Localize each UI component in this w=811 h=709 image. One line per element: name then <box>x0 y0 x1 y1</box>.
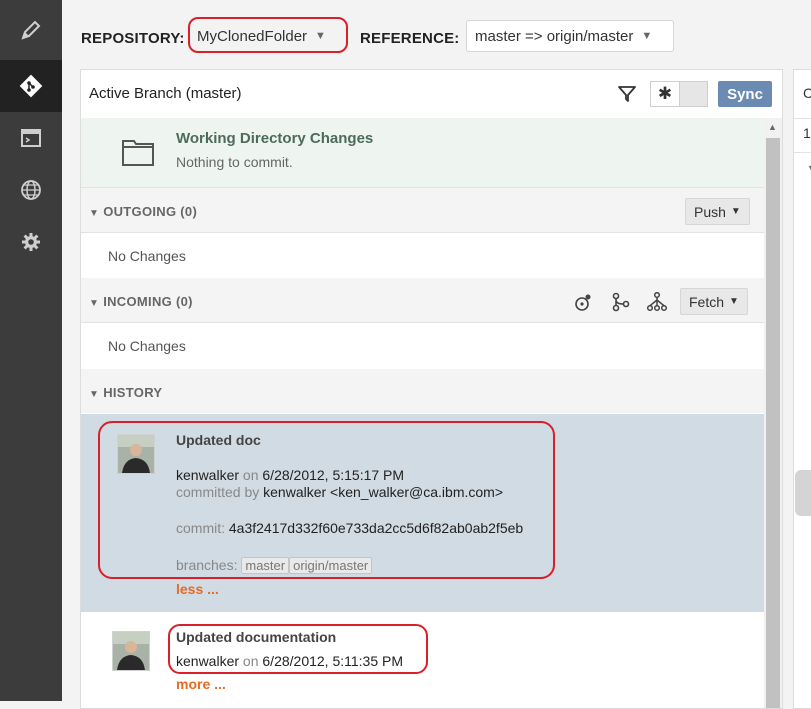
commit-hash-line: commit: 4a3f2417d332f60e733da2cc5d6f82ab… <box>176 520 524 536</box>
right-panel: C 1 ▼ <box>793 69 811 709</box>
commit-author-line: kenwalker on 6/28/2012, 5:11:35 PM <box>176 653 404 669</box>
reference-value: master => origin/master <box>475 27 634 45</box>
more-link[interactable]: more ... <box>176 676 226 692</box>
panel-content: Working Directory Changes Nothing to com… <box>81 118 764 708</box>
chevron-down-icon[interactable]: ▼ <box>807 163 811 173</box>
nav-edit[interactable] <box>0 4 62 56</box>
collapse-triangle-icon: ▼ <box>89 389 100 400</box>
outgoing-title: ▼ OUTGOING (0) <box>89 204 198 219</box>
working-directory-title: Working Directory Changes <box>176 130 374 147</box>
incoming-title: ▼ INCOMING (0) <box>89 294 193 309</box>
reference-selector[interactable]: master => origin/master ▼ <box>466 20 674 52</box>
gear-icon <box>22 233 40 251</box>
chevron-down-icon: ▼ <box>730 206 741 217</box>
repository-value: MyClonedFolder <box>197 27 308 45</box>
show-all-toggle[interactable]: ✱ <box>650 81 708 107</box>
scrollbar-thumb[interactable] <box>766 138 780 708</box>
terminal-icon <box>21 129 41 147</box>
history-title: ▼ HISTORY <box>89 385 163 400</box>
right-panel-row: 1 <box>803 125 811 141</box>
incoming-section-header[interactable]: ▼ INCOMING (0) Fetch ▼ <box>81 278 764 323</box>
incoming-empty: No Changes <box>81 323 764 370</box>
git-icon <box>19 74 43 98</box>
chevron-down-icon: ▼ <box>315 30 326 42</box>
globe-icon <box>21 180 41 200</box>
merge-icon[interactable] <box>610 292 632 312</box>
commit-author-line: kenwalker on 6/28/2012, 5:15:17 PM <box>176 467 405 483</box>
commit-author[interactable]: kenwalker <box>176 653 239 669</box>
fetch-button[interactable]: Fetch ▼ <box>680 288 748 315</box>
repository-toolbar: REPOSITORY: MyClonedFolder ▼ REFERENCE: … <box>62 0 811 68</box>
branches-line: branches: master origin/master <box>176 557 373 574</box>
reference-label: REFERENCE: <box>360 30 460 47</box>
repository-selector[interactable]: MyClonedFolder ▼ <box>189 20 344 52</box>
working-directory-section[interactable]: Working Directory Changes Nothing to com… <box>81 118 764 188</box>
pencil-icon <box>21 20 41 40</box>
branch-tag[interactable]: master <box>241 557 290 574</box>
commit-hash[interactable]: 4a3f2417d332f60e733da2cc5d6f82ab0ab2f5eb <box>229 520 523 536</box>
git-status-panel: Active Branch (master) ✱ Sync Working Di… <box>80 69 783 709</box>
fetch-changes-icon[interactable] <box>573 292 595 312</box>
left-nav-rail <box>0 0 62 701</box>
push-label: Push <box>694 203 726 220</box>
right-panel-header: C <box>803 85 811 101</box>
commit-author[interactable]: kenwalker <box>176 467 239 483</box>
filter-icon <box>618 86 636 102</box>
nav-shell[interactable] <box>0 112 62 164</box>
outgoing-empty-text: No Changes <box>108 248 186 264</box>
commit-title: Updated documentation <box>176 629 337 645</box>
panel-header: Active Branch (master) ✱ Sync <box>81 70 782 119</box>
nav-settings[interactable] <box>0 216 62 268</box>
collapse-triangle-icon: ▼ <box>89 208 100 219</box>
commit-row[interactable]: Updated documentation kenwalker on 6/28/… <box>81 612 764 708</box>
incoming-empty-text: No Changes <box>108 338 186 354</box>
avatar <box>117 434 155 474</box>
commit-date: 6/28/2012, 5:15:17 PM <box>262 467 405 483</box>
avatar-image <box>113 632 149 670</box>
working-directory-status: Nothing to commit. <box>176 154 293 170</box>
less-link[interactable]: less ... <box>176 581 219 597</box>
filter-button[interactable] <box>616 83 638 105</box>
folder-icon <box>122 140 154 166</box>
committer-line: committed by kenwalker <ken_walker@ca.ib… <box>176 484 504 500</box>
rebase-icon[interactable] <box>646 292 668 312</box>
commit-date: 6/28/2012, 5:11:35 PM <box>262 653 404 669</box>
asterisk-icon: ✱ <box>651 82 680 106</box>
outgoing-section-header[interactable]: ▼ OUTGOING (0) Push ▼ <box>81 188 764 233</box>
chevron-down-icon: ▼ <box>729 296 739 307</box>
vertical-scrollbar[interactable]: ▲ <box>764 118 782 708</box>
push-button[interactable]: Push ▼ <box>685 198 750 225</box>
collapse-triangle-icon: ▼ <box>89 298 100 309</box>
committer: kenwalker <ken_walker@ca.ibm.com> <box>263 484 504 500</box>
chevron-down-icon: ▼ <box>641 30 653 42</box>
avatar <box>112 631 150 671</box>
history-section-header[interactable]: ▼ HISTORY <box>81 369 764 413</box>
panel-title: Active Branch (master) <box>89 85 242 102</box>
fetch-label: Fetch <box>689 293 725 310</box>
repository-label: REPOSITORY: <box>81 30 185 47</box>
avatar-image <box>118 435 154 473</box>
nav-git[interactable] <box>0 60 62 112</box>
scroll-up-icon[interactable]: ▲ <box>768 122 777 132</box>
outgoing-empty: No Changes <box>81 233 764 280</box>
branch-tag[interactable]: origin/master <box>289 557 373 574</box>
sync-button[interactable]: Sync <box>718 81 772 107</box>
commit-title: Updated doc <box>176 432 261 448</box>
nav-sites[interactable] <box>0 164 62 216</box>
commit-row[interactable]: Updated doc kenwalker on 6/28/2012, 5:15… <box>81 414 764 612</box>
side-panel-handle[interactable] <box>795 470 811 516</box>
